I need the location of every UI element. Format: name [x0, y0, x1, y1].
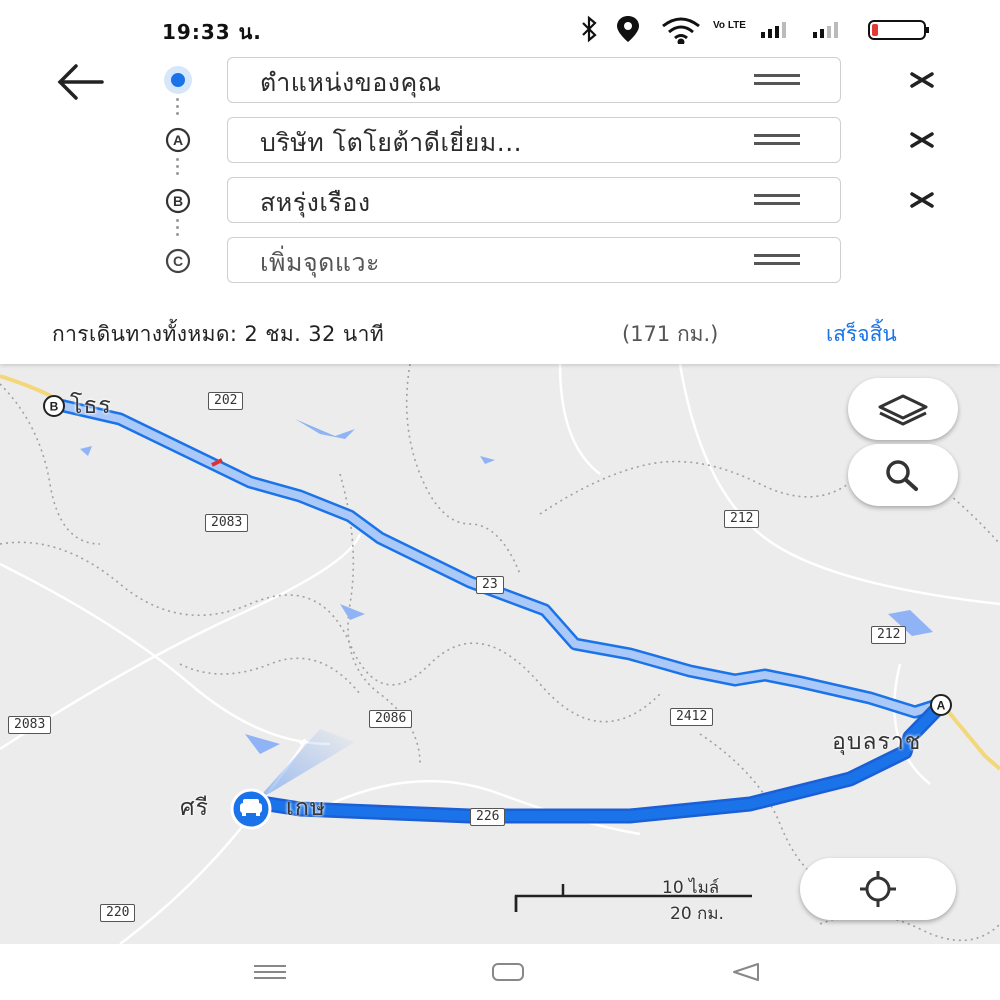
place-label: เกษ [286, 795, 326, 821]
current-location-car-icon [230, 788, 272, 830]
svg-text:C: C [173, 253, 183, 269]
menu-icon[interactable] [250, 958, 290, 986]
close-icon[interactable] [900, 178, 944, 222]
location-icon [617, 16, 639, 42]
svg-text:A: A [937, 699, 946, 713]
system-nav-bar [0, 944, 1000, 1000]
home-icon[interactable] [488, 958, 528, 986]
scale-miles: 10 ไมล์ [662, 878, 720, 898]
svg-text:A: A [173, 132, 183, 148]
stop-c-marker-icon: C [165, 248, 191, 274]
stop-a-field[interactable]: บริษัท โตโยต้าดีเยี่ยม... [227, 117, 841, 163]
stop-a-map-marker[interactable]: A [927, 691, 955, 719]
search-button[interactable] [848, 444, 958, 506]
stop-b-map-marker[interactable]: B [40, 392, 68, 420]
stop-b-field[interactable]: สหรุ่งเรือง [227, 177, 841, 223]
done-button[interactable]: เสร็จสิ้น [826, 318, 897, 351]
drag-handle-icon[interactable] [754, 251, 800, 269]
place-label: โธร [70, 393, 112, 419]
crosshair-icon [860, 871, 896, 907]
road-shield: 212 [871, 626, 907, 644]
status-time: 19:33 น. [162, 20, 262, 44]
water-bodies [80, 419, 933, 754]
origin-text: ตำแหน่งของคุณ [260, 68, 442, 97]
road-shield: 2412 [670, 708, 714, 726]
road-shield: 2083 [8, 716, 52, 734]
road-shield: 212 [724, 510, 760, 528]
stop-b-marker-icon: B [165, 188, 191, 214]
route-connector-dots [176, 158, 180, 179]
trip-distance: (171 กม.) [622, 322, 719, 346]
add-stop-placeholder: เพิ่มจุดแวะ [260, 248, 380, 277]
drag-handle-icon[interactable] [754, 191, 800, 209]
scale-km: 20 กม. [670, 904, 724, 924]
road-shield: 202 [208, 392, 244, 410]
close-icon[interactable] [900, 58, 944, 102]
stop-a-marker-icon: A [165, 127, 191, 153]
road-shield: 2083 [205, 514, 249, 532]
system-back-icon[interactable] [726, 958, 766, 986]
map-view[interactable]: B A 202 2083 23 212 212 2086 2412 2083 2… [0, 364, 1000, 944]
drag-handle-icon[interactable] [754, 71, 800, 89]
signal-icon [813, 22, 838, 38]
close-icon[interactable] [900, 118, 944, 162]
stop-b-text: สหรุ่งเรือง [260, 188, 371, 217]
status-icons: Vo LTE [582, 15, 929, 44]
svg-text:Vo LTE: Vo LTE [713, 20, 746, 31]
search-icon [886, 460, 918, 491]
wifi-icon [662, 17, 700, 44]
origin-field[interactable]: ตำแหน่งของคุณ [227, 57, 841, 103]
layers-button[interactable] [848, 378, 958, 440]
svg-text:B: B [50, 400, 59, 414]
road-shield: 2086 [369, 710, 413, 728]
signal-icon [761, 22, 786, 38]
battery-icon [868, 20, 929, 40]
trip-summary-bar: การเดินทางทั้งหมด: 2 ชม. 32 นาที (171 กม… [0, 300, 1000, 364]
svg-text:B: B [173, 193, 183, 209]
trip-duration: การเดินทางทั้งหมด: 2 ชม. 32 นาที [52, 322, 385, 346]
place-label: อุบลราช [832, 729, 922, 755]
layers-icon [878, 394, 928, 426]
my-location-button[interactable] [800, 858, 956, 920]
bluetooth-icon [582, 15, 597, 43]
drag-handle-icon[interactable] [754, 131, 800, 149]
back-arrow-icon[interactable] [52, 62, 106, 102]
volte-icon: Vo LTE [713, 20, 746, 31]
place-label: ศรี [180, 795, 209, 821]
road-shield: 220 [100, 904, 136, 922]
add-stop-field[interactable]: เพิ่มจุดแวะ [227, 237, 841, 283]
road-shield: 226 [470, 808, 506, 826]
stop-a-text: บริษัท โตโยต้าดีเยี่ยม... [260, 128, 523, 157]
your-location-icon [164, 66, 192, 94]
road-shield: 23 [476, 576, 504, 594]
